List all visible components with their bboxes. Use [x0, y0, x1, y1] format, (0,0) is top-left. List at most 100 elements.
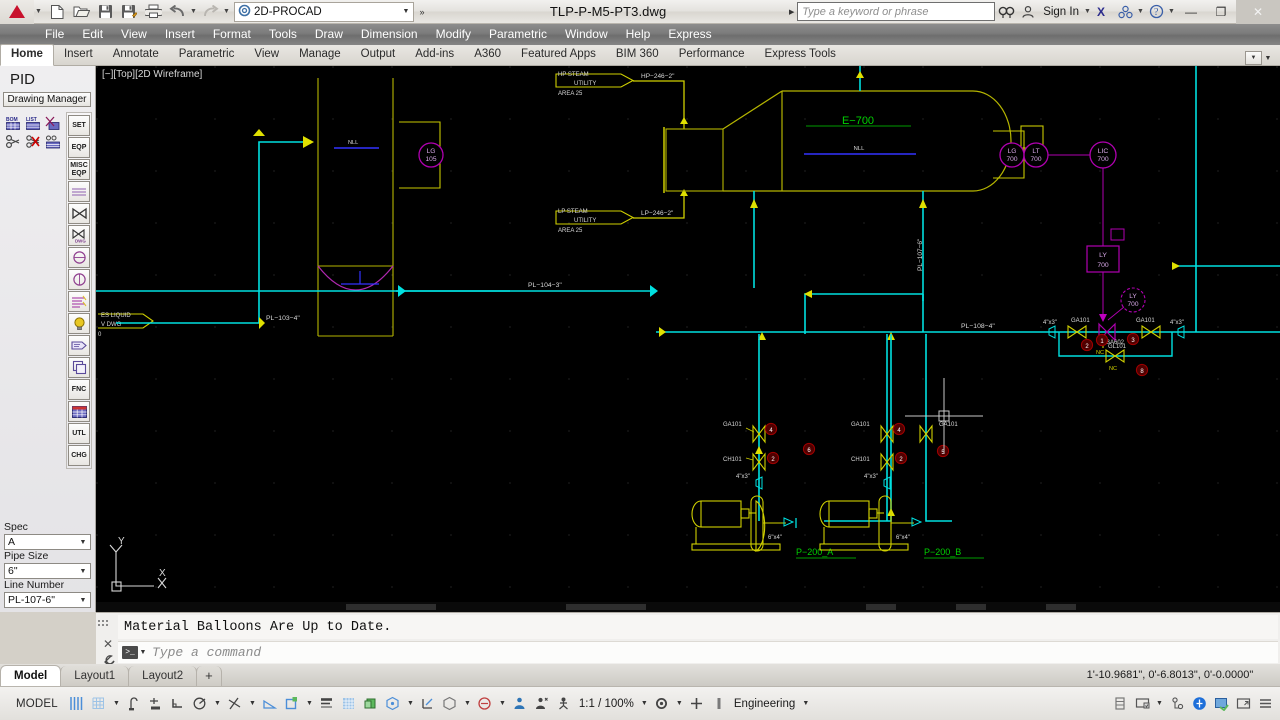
label-tool-button[interactable]: [68, 335, 90, 356]
tab-layout1[interactable]: Layout1: [60, 666, 130, 686]
customize-plus-icon[interactable]: [686, 692, 708, 716]
workspace-switching-icon[interactable]: [651, 692, 673, 716]
undo-button[interactable]: [165, 1, 189, 23]
line-number-select[interactable]: PL-107-6" ▼: [4, 592, 91, 608]
workspace-dropdown-icon[interactable]: ▼: [673, 692, 686, 716]
search-expand-icon[interactable]: ▶: [786, 8, 797, 16]
customization-menu-icon[interactable]: [1254, 692, 1276, 716]
tab-model[interactable]: Model: [0, 665, 62, 686]
3d-object-snap-icon[interactable]: [382, 692, 404, 716]
coordinate-readout[interactable]: 1'-10.9681", 0'-6.8013", 0'-0.0000": [1060, 664, 1280, 686]
menu-item-format[interactable]: Format: [204, 24, 260, 45]
command-drag-handle[interactable]: [98, 615, 110, 626]
sign-in-button[interactable]: Sign In: [1039, 6, 1083, 18]
close-button[interactable]: ✕: [1236, 0, 1280, 24]
selection-cycling-icon[interactable]: [360, 692, 382, 716]
snap-mode-icon[interactable]: [88, 692, 110, 716]
menu-item-edit[interactable]: Edit: [73, 24, 112, 45]
menu-item-file[interactable]: File: [36, 24, 73, 45]
copy-tool-button[interactable]: [68, 357, 90, 378]
snap-dropdown-icon[interactable]: ▼: [110, 692, 123, 716]
dynamic-input-icon[interactable]: [145, 692, 167, 716]
chevron-down-icon[interactable]: ▼: [76, 597, 90, 604]
3dosnap-dropdown-icon[interactable]: ▼: [404, 692, 417, 716]
hardware-dropdown-icon[interactable]: ▼: [1153, 692, 1166, 716]
open-file-button[interactable]: [69, 1, 93, 23]
isolate-objects-icon[interactable]: [1109, 692, 1131, 716]
change-tool-button[interactable]: CHG: [68, 445, 90, 466]
instrument-tool-button[interactable]: [68, 247, 90, 268]
annotation-tool-button[interactable]: [68, 291, 90, 312]
close-icon[interactable]: ✕: [101, 637, 115, 651]
instrument2-tool-button[interactable]: [68, 269, 90, 290]
workspace-selector[interactable]: 2D-PROCAD ▼: [234, 1, 414, 22]
annotation-visibility-icon[interactable]: [474, 692, 496, 716]
annotation-scale-person-icon[interactable]: [553, 692, 575, 716]
object-snap-tracking-icon[interactable]: [224, 692, 246, 716]
tab-insert[interactable]: Insert: [54, 45, 103, 65]
grid-display-icon[interactable]: [66, 692, 88, 716]
share-icon[interactable]: [1188, 692, 1210, 716]
settings-tool-button[interactable]: SET: [68, 115, 90, 136]
menu-item-modify[interactable]: Modify: [427, 24, 480, 45]
annotation-scale-value[interactable]: 1:1 / 100%: [575, 698, 638, 710]
plot-button[interactable]: [141, 1, 165, 23]
autocad-logo-button[interactable]: [0, 0, 34, 24]
tab-parametric[interactable]: Parametric: [169, 45, 245, 65]
bulb-tool-button[interactable]: [68, 313, 90, 334]
chevron-down-icon[interactable]: ▼: [399, 8, 413, 15]
list-tool-icon[interactable]: LIST: [24, 114, 42, 131]
menu-item-dimension[interactable]: Dimension: [352, 24, 427, 45]
menu-item-tools[interactable]: Tools: [260, 24, 306, 45]
function-tool-button[interactable]: FNC: [68, 379, 90, 400]
tab-performance[interactable]: Performance: [669, 45, 755, 65]
annotation-scale-sync-icon[interactable]: [531, 692, 553, 716]
sign-in-dropdown-icon[interactable]: ▼: [1083, 1, 1092, 23]
minimize-button[interactable]: —: [1176, 0, 1206, 24]
isometric-drafting-icon[interactable]: [259, 692, 281, 716]
ortho-mode-icon[interactable]: [167, 692, 189, 716]
redo-button[interactable]: [198, 1, 222, 23]
spec-select[interactable]: A ▼: [4, 534, 91, 550]
menu-item-draw[interactable]: Draw: [306, 24, 352, 45]
object-snap-icon[interactable]: [281, 692, 303, 716]
polar-tracking-icon[interactable]: [189, 692, 211, 716]
infer-constraints-icon[interactable]: [123, 692, 145, 716]
drawing-canvas[interactable]: NLL LG 105 ES LIQUID V DWG 0 PL−103−4" H…: [96, 66, 1280, 612]
gizmo-dropdown-icon[interactable]: ▼: [461, 692, 474, 716]
menu-item-parametric[interactable]: Parametric: [480, 24, 556, 45]
command-input[interactable]: >_ ▼ Type a command: [118, 641, 1278, 663]
annotation-visibility-dropdown-icon[interactable]: ▼: [496, 692, 509, 716]
undo-dropdown-icon[interactable]: ▼: [189, 1, 198, 23]
units-value[interactable]: Engineering: [730, 698, 799, 710]
annotation-monitor-icon[interactable]: [1210, 692, 1232, 716]
search-icon[interactable]: [995, 1, 1017, 23]
hardware-acceleration-icon[interactable]: [1131, 692, 1153, 716]
tab-home[interactable]: Home: [0, 44, 54, 66]
tab-express-tools[interactable]: Express Tools: [755, 45, 846, 65]
delete-tool-icon[interactable]: [24, 133, 42, 150]
balloon-tool-icon[interactable]: [44, 133, 62, 150]
lineweight-icon[interactable]: [316, 692, 338, 716]
tab-bim-360[interactable]: BIM 360: [606, 45, 669, 65]
tab-view[interactable]: View: [244, 45, 289, 65]
viewport-label[interactable]: [−][Top][2D Wireframe]: [102, 69, 202, 80]
model-space-button[interactable]: MODEL: [8, 698, 66, 710]
misc-equipment-tool-button[interactable]: MISC EQP: [68, 159, 90, 180]
tab-output[interactable]: Output: [351, 45, 406, 65]
link-tool-icon[interactable]: [4, 133, 22, 150]
cut-list-tool-icon[interactable]: [44, 114, 62, 131]
line-tool-button[interactable]: [68, 181, 90, 202]
annotation-scale-dropdown-icon[interactable]: ▼: [638, 692, 651, 716]
menu-item-help[interactable]: Help: [617, 24, 660, 45]
user-account-icon[interactable]: [1017, 1, 1039, 23]
save-button[interactable]: [93, 1, 117, 23]
command-prompt-dropdown-icon[interactable]: ▼: [138, 649, 148, 656]
tab-annotate[interactable]: Annotate: [103, 45, 169, 65]
tab-layout2[interactable]: Layout2: [128, 666, 198, 686]
chevron-down-icon[interactable]: ▼: [76, 568, 90, 575]
share-design-icon[interactable]: [1114, 1, 1136, 23]
share-dropdown-icon[interactable]: ▼: [1136, 1, 1145, 23]
exchange-apps-icon[interactable]: X: [1092, 1, 1114, 23]
menu-item-express[interactable]: Express: [659, 24, 720, 45]
